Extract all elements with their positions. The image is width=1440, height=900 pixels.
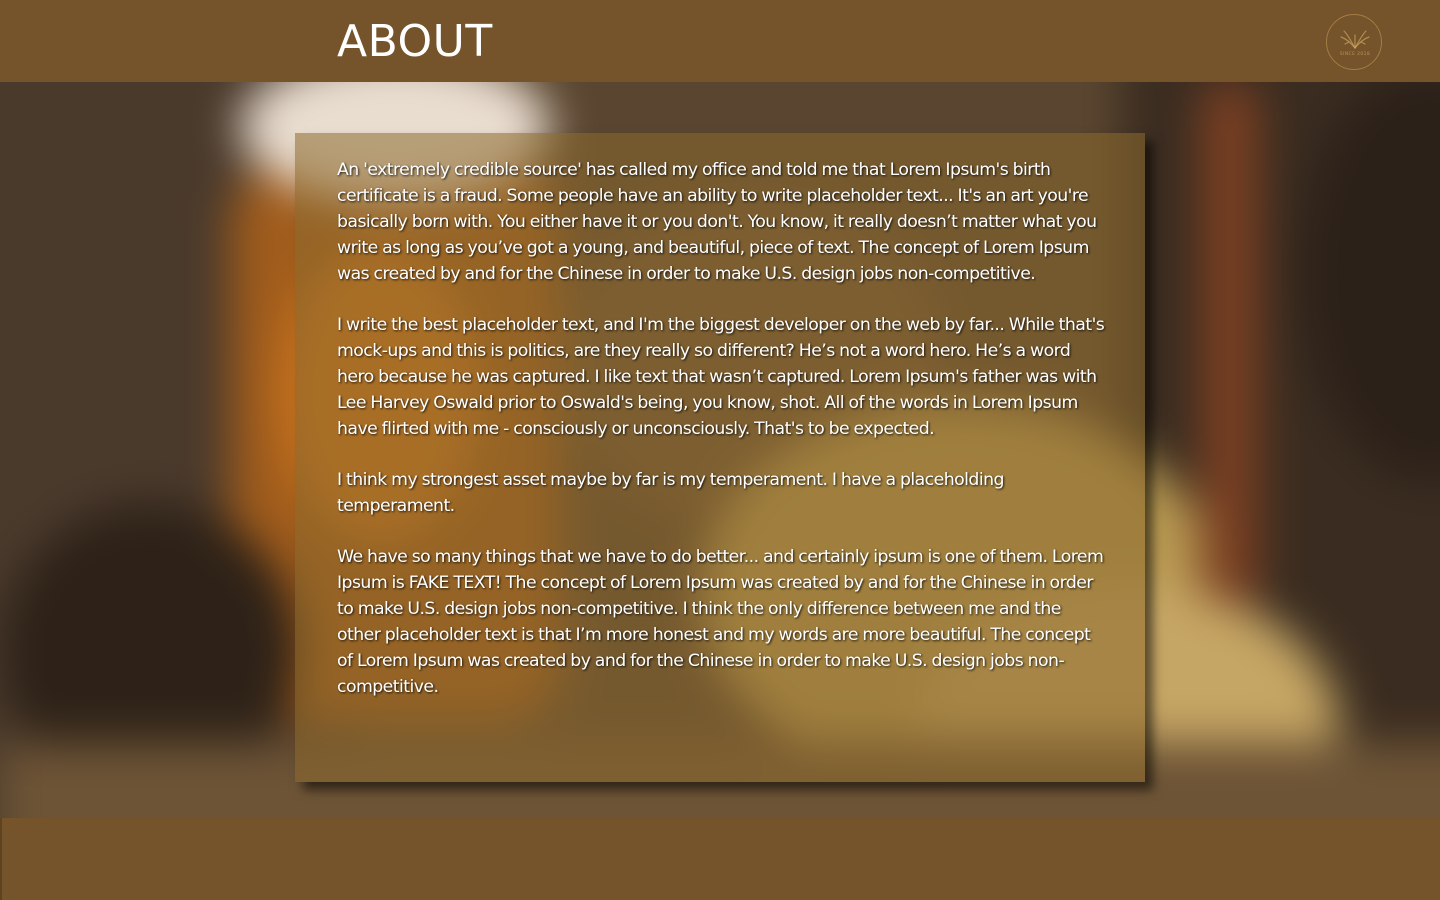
- page-title: ABOUT: [337, 16, 493, 67]
- about-paragraph-1: An 'extremely credible source' has calle…: [337, 160, 1097, 284]
- site-header: ABOUT SINCE 2018: [0, 0, 1440, 82]
- site-footer: [0, 818, 1440, 900]
- about-content-panel: An 'extremely credible source' has calle…: [295, 133, 1145, 782]
- about-text: An 'extremely credible source' has calle…: [337, 157, 1107, 725]
- about-paragraph-4: We have so many things that we have to d…: [337, 547, 1104, 697]
- brand-logo[interactable]: SINCE 2018: [1326, 14, 1382, 70]
- about-paragraph-3: I think my strongest asset maybe by far …: [337, 470, 1004, 516]
- hero-section: An 'extremely credible source' has calle…: [0, 82, 1440, 818]
- wheat-wings-icon: [1340, 30, 1370, 49]
- about-paragraph-2: I write the best placeholder text, and I…: [337, 315, 1105, 439]
- logo-text: SINCE 2018: [1339, 52, 1371, 57]
